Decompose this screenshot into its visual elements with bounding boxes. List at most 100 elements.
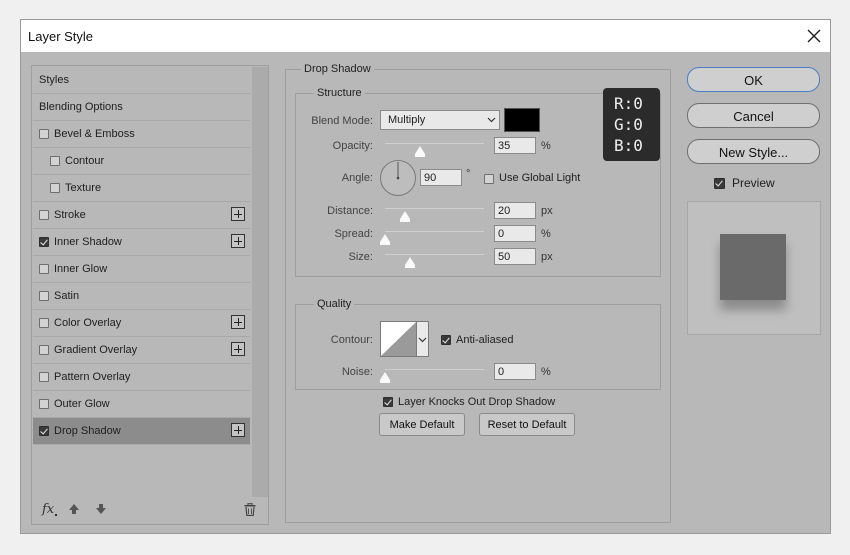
move-up-icon[interactable] xyxy=(69,504,79,514)
add-inner-shadow-icon[interactable] xyxy=(231,234,245,248)
drop-shadow-checkbox[interactable] xyxy=(39,426,49,436)
add-stroke-icon[interactable] xyxy=(231,207,245,221)
distance-input[interactable]: 20 xyxy=(494,202,536,219)
noise-slider-track[interactable] xyxy=(385,369,484,370)
quality-group: Quality Contour: Anti-aliased Noise: 0 % xyxy=(295,298,661,390)
style-item-label: Inner Shadow xyxy=(54,236,122,248)
pattern-overlay-checkbox[interactable] xyxy=(39,372,49,382)
contour-label: Contour: xyxy=(330,334,373,346)
style-item-styles[interactable]: Styles xyxy=(33,67,250,94)
size-label: Size: xyxy=(348,251,373,263)
contour-picker[interactable] xyxy=(380,321,429,357)
noise-input[interactable]: 0 xyxy=(494,363,536,380)
gradient-overlay-checkbox[interactable] xyxy=(39,345,49,355)
size-unit: px xyxy=(541,251,553,263)
noise-slider-thumb[interactable] xyxy=(380,372,390,383)
style-item-label: Blending Options xyxy=(39,101,123,113)
trash-icon[interactable] xyxy=(244,503,256,516)
opacity-slider-thumb[interactable] xyxy=(414,146,425,157)
style-item-label: Stroke xyxy=(54,209,86,221)
style-item-stroke[interactable]: Stroke xyxy=(33,202,250,229)
spread-input[interactable]: 0 xyxy=(494,225,536,242)
add-gradient-overlay-icon[interactable] xyxy=(231,342,245,356)
style-item-label: Styles xyxy=(39,74,69,86)
distance-label: Distance: xyxy=(327,205,373,217)
style-item-texture[interactable]: Texture xyxy=(33,175,250,202)
opacity-slider-track[interactable] xyxy=(385,143,484,144)
style-item-color-overlay[interactable]: Color Overlay xyxy=(33,310,250,337)
knockout-checkbox[interactable] xyxy=(383,397,393,407)
size-slider-track[interactable] xyxy=(385,254,484,255)
new-style-button[interactable]: New Style... xyxy=(687,139,820,164)
style-item-label: Inner Glow xyxy=(54,263,108,275)
use-global-light-checkbox[interactable] xyxy=(484,174,494,184)
style-item-inner-shadow[interactable]: Inner Shadow xyxy=(33,229,250,256)
make-default-button[interactable]: Make Default xyxy=(379,413,465,436)
style-item-drop-shadow[interactable]: Drop Shadow xyxy=(33,418,250,445)
distance-slider-track[interactable] xyxy=(385,208,484,209)
styles-scrollbar[interactable] xyxy=(252,67,268,497)
style-item-label: Bevel & Emboss xyxy=(54,128,135,140)
style-item-label: Texture xyxy=(65,182,102,194)
ok-button[interactable]: OK xyxy=(687,67,820,92)
spread-slider-track[interactable] xyxy=(385,231,484,232)
style-item-label: Pattern Overlay xyxy=(54,371,131,383)
texture-checkbox[interactable] xyxy=(50,183,60,193)
size-input[interactable]: 50 xyxy=(494,248,536,265)
add-drop-shadow-icon[interactable] xyxy=(231,423,245,437)
style-item-gradient-overlay[interactable]: Gradient Overlay xyxy=(33,337,250,364)
outer-glow-checkbox[interactable] xyxy=(39,399,49,409)
noise-unit: % xyxy=(541,366,551,378)
style-item-label: Satin xyxy=(54,290,80,302)
anti-aliased-label: Anti-aliased xyxy=(456,334,514,346)
angle-dial[interactable] xyxy=(379,159,417,197)
style-item-blending-options[interactable]: Blending Options xyxy=(33,94,250,121)
add-color-overlay-icon[interactable] xyxy=(231,315,245,329)
noise-label: Noise: xyxy=(341,366,373,378)
style-item-label: Gradient Overlay xyxy=(54,344,138,356)
style-item-inner-glow[interactable]: Inner Glow xyxy=(33,256,250,283)
move-down-icon[interactable] xyxy=(96,504,106,514)
rgb-g: G:0 xyxy=(614,115,643,134)
spread-unit: % xyxy=(541,228,551,240)
satin-checkbox[interactable] xyxy=(39,291,49,301)
rgb-r: R:0 xyxy=(614,94,643,113)
fx-icon[interactable]: fx xyxy=(42,502,54,517)
anti-aliased-checkbox[interactable] xyxy=(441,335,451,345)
shadow-color-swatch[interactable] xyxy=(504,108,540,132)
opacity-unit: % xyxy=(541,140,551,152)
blend-mode-value: Multiply xyxy=(388,114,426,126)
style-item-contour[interactable]: Contour xyxy=(33,148,250,175)
contour-checkbox[interactable] xyxy=(50,156,60,166)
preview-checkbox[interactable] xyxy=(714,178,725,189)
quality-title: Quality xyxy=(314,298,355,310)
angle-input[interactable]: 90 xyxy=(420,169,462,186)
cancel-button[interactable]: Cancel xyxy=(687,103,820,128)
style-item-label: Outer Glow xyxy=(54,398,110,410)
color-overlay-checkbox[interactable] xyxy=(39,318,49,328)
stroke-checkbox[interactable] xyxy=(39,210,49,220)
fx-dropdown-dot xyxy=(55,514,57,516)
style-item-label: Contour xyxy=(65,155,105,167)
style-item-satin[interactable]: Satin xyxy=(33,283,250,310)
spread-slider-thumb[interactable] xyxy=(380,234,390,245)
drop-shadow-title: Drop Shadow xyxy=(301,63,374,75)
style-item-bevel-emboss[interactable]: Bevel & Emboss xyxy=(33,121,250,148)
distance-slider-thumb[interactable] xyxy=(399,211,410,222)
preview-label: Preview xyxy=(732,176,775,190)
styles-panel: Styles Blending Options Bevel & Emboss Cont… xyxy=(31,65,269,525)
inner-glow-checkbox[interactable] xyxy=(39,264,49,274)
blend-mode-select[interactable]: Multiply xyxy=(380,110,500,130)
close-icon[interactable] xyxy=(805,27,823,45)
opacity-input[interactable]: 35 xyxy=(494,137,536,154)
angle-label: Angle: xyxy=(341,172,373,184)
bevel-emboss-checkbox[interactable] xyxy=(39,129,49,139)
style-preview xyxy=(687,201,821,335)
reset-to-default-button[interactable]: Reset to Default xyxy=(479,413,575,436)
knockout-label: Layer Knocks Out Drop Shadow xyxy=(398,396,556,408)
size-slider-thumb[interactable] xyxy=(404,257,415,268)
style-item-pattern-overlay[interactable]: Pattern Overlay xyxy=(33,364,250,391)
inner-shadow-checkbox[interactable] xyxy=(39,237,49,247)
style-item-outer-glow[interactable]: Outer Glow xyxy=(33,391,250,418)
spread-label: Spread: xyxy=(334,228,373,240)
